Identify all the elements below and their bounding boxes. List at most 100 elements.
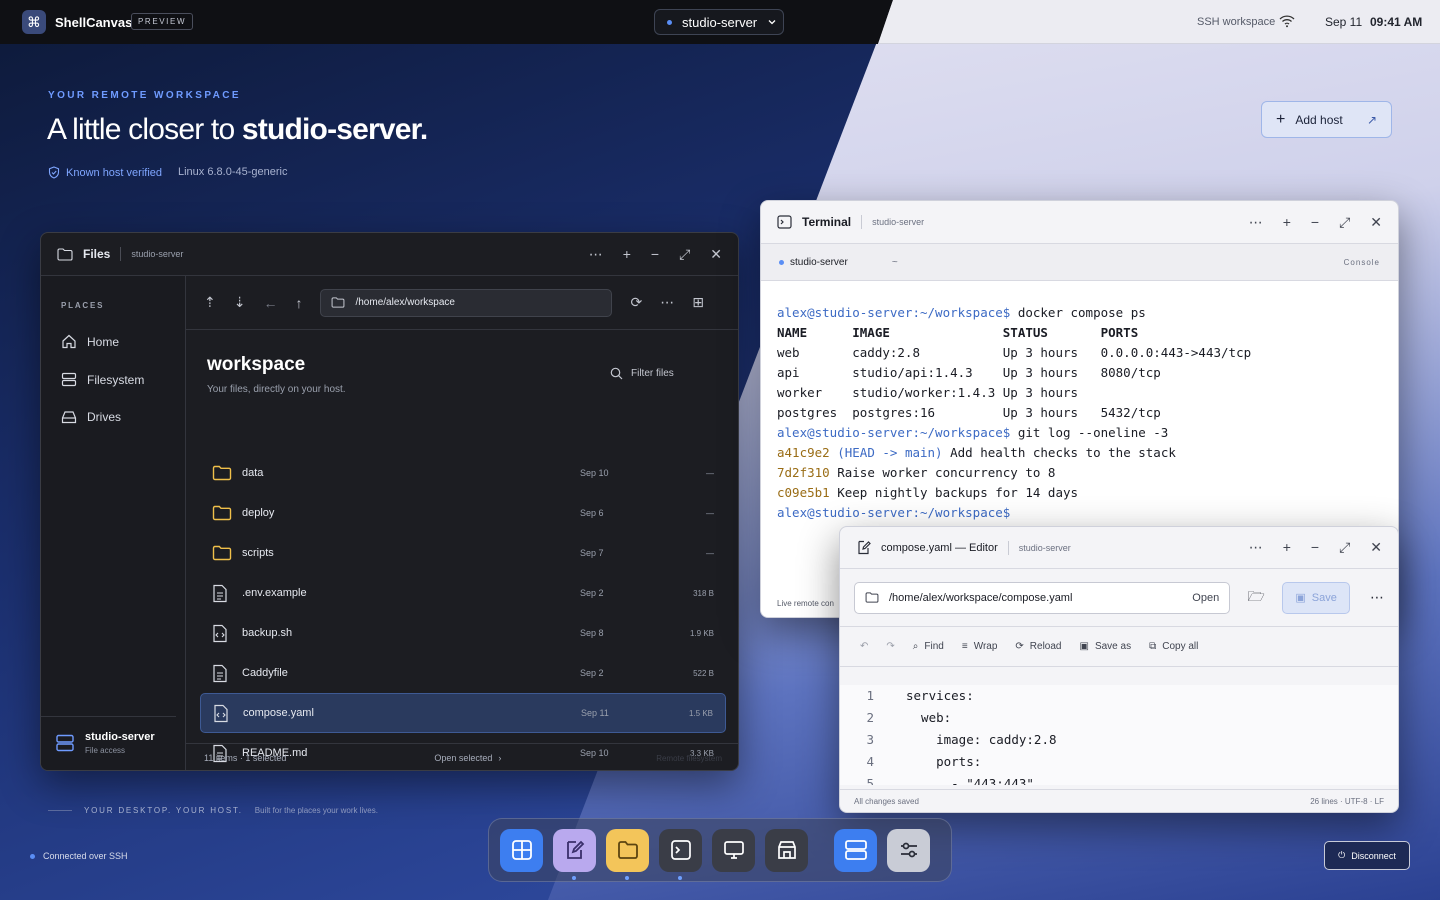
undo-icon[interactable]: ↶ [860,641,868,652]
maximize-icon[interactable]: ⤢ [1339,214,1350,231]
more-icon[interactable]: ⋯ [1370,589,1384,606]
file-row[interactable]: Caddyfile Sep 2 522 B [200,653,726,693]
terminal-title: Terminal [802,215,852,229]
terminal-titlebar[interactable]: Terminal studio-server ⋯ + − ⤢ ✕ [761,201,1398,244]
code-line: image: caddy:2.8 [906,732,1057,747]
minimize-icon[interactable]: − [1311,539,1319,556]
app-logo-icon[interactable]: ⌘ [22,10,46,34]
save-as-button[interactable]: ▣ Save as [1080,641,1132,652]
copy-icon: ⧉ [1149,641,1157,652]
code-file-icon [213,704,233,723]
file-date: Sep 10 [580,468,609,478]
filter-files-button[interactable]: Filter files [610,367,674,380]
back-icon[interactable]: ← [263,295,277,311]
sidebar-item-drives[interactable]: Drives [61,410,121,424]
ps-row: worker studio/worker:1.4.3 Up 3 hours [777,385,1079,400]
edit-icon [858,540,871,555]
date-label: Sep 11 [1325,15,1363,29]
open-selected-button[interactable]: Open selected › [434,753,501,763]
more-icon[interactable]: ⋯ [589,246,603,263]
file-row[interactable]: backup.sh Sep 8 1.9 KB [200,613,726,653]
more-icon[interactable]: ⋯ [660,294,674,311]
code-line: services: [906,688,974,703]
dock-store-button[interactable] [765,828,808,872]
preview-badge: PREVIEW [131,13,194,30]
new-folder-icon[interactable]: ⊞ [692,294,704,311]
redo-icon[interactable]: ↷ [886,641,894,652]
dock-server-button[interactable] [834,828,877,872]
dock-remote-desktop-button[interactable] [712,828,755,872]
dock-settings-button[interactable] [887,828,930,872]
file-row[interactable]: scripts Sep 7 — [200,533,726,573]
commit-message: Keep nightly backups for 14 days [829,485,1079,500]
session-host: studio-server [790,256,848,268]
add-host-button[interactable]: + Add host ↗ [1261,101,1392,138]
page-title: A little closer to studio-server. [47,113,428,147]
wrap-icon: ≡ [961,641,968,652]
commit-message: Raise worker concurrency to 8 [829,465,1056,480]
copy-all-button[interactable]: ⧉ Copy all [1149,641,1198,652]
sidebar-item-home[interactable]: Home [61,334,119,349]
file-size: — [706,548,714,558]
server-selector[interactable]: studio-server [654,9,784,35]
editor-titlebar[interactable]: compose.yaml — Editor studio-server ⋯ + … [840,527,1398,569]
path-input[interactable]: /home/alex/workspace [320,288,613,317]
terminal-session-tab[interactable]: studio-server ~ Console [761,244,1398,281]
folder-icon [617,840,639,860]
dock-folder-button[interactable] [606,828,649,880]
file-date: Sep 7 [580,548,604,558]
path-value: /home/alex/workspace [355,297,455,308]
reload-button[interactable]: ⟳ Reload [1015,641,1061,652]
minimize-icon[interactable]: − [651,246,659,263]
editor-path-input[interactable]: /home/alex/workspace/compose.yaml Open [854,581,1231,614]
store-icon [776,839,798,861]
maximize-icon[interactable]: ⤢ [1339,539,1350,556]
close-icon[interactable]: ✕ [710,246,722,263]
dock-terminal-button[interactable] [659,828,702,880]
more-icon[interactable]: ⋯ [1249,214,1263,231]
disconnect-label: Disconnect [1351,850,1396,861]
dock-editor-button[interactable] [553,828,596,880]
power-icon: ⏻ [1338,850,1346,860]
folder-title: workspace [207,354,306,375]
code-area[interactable]: 1 services: 2 web: 3 image: caddy:2.8 4 port… [840,685,1398,785]
open-button[interactable]: Open [1192,592,1219,604]
up-icon[interactable]: ↑ [295,295,302,311]
download-icon[interactable]: ⇣ [234,294,246,311]
files-titlebar[interactable]: Files studio-server ⋯ + − ⤢ ✕ [41,233,738,276]
folder-icon [212,465,232,481]
save-icon: ▣ [1295,592,1306,604]
sidebar-item-label: Home [87,334,120,349]
save-button[interactable]: ▣ Save [1282,581,1350,614]
file-row[interactable]: .env.example Sep 2 318 B [200,573,726,613]
sidebar-host-card[interactable]: studio-server File access [41,716,176,755]
new-window-icon[interactable]: + [1283,214,1291,231]
dock-grid-button[interactable] [500,828,543,872]
wrap-button[interactable]: ≡ Wrap [962,641,998,652]
headline-host: studio-server. [241,113,428,146]
minimize-icon[interactable]: − [1311,214,1319,231]
folder-icon [212,505,232,521]
refresh-icon[interactable]: ⟳ [630,294,642,311]
file-row[interactable]: data Sep 10 — [200,453,726,493]
maximize-icon[interactable]: ⤢ [679,246,690,263]
folder-icon [865,592,879,603]
new-window-icon[interactable]: + [1283,539,1291,556]
upload-icon[interactable]: ⇡ [204,294,216,311]
tagline-sub: Built for the places your work lives. [254,806,378,815]
close-icon[interactable]: ✕ [1370,539,1382,556]
files-title: Files [83,247,111,261]
sidebar-item-filesystem[interactable]: Filesystem [61,372,144,387]
more-icon[interactable]: ⋯ [1249,539,1263,556]
browse-folder-icon[interactable]: 🗁 [1240,586,1272,610]
file-size: 1.9 KB [689,628,714,638]
close-icon[interactable]: ✕ [1370,214,1382,231]
open-selected-label: Open selected [434,753,493,763]
file-row[interactable]: compose.yaml Sep 11 1.5 KB [200,693,726,733]
file-row[interactable]: deploy Sep 6 — [200,493,726,533]
new-window-icon[interactable]: + [623,246,631,263]
disconnect-button[interactable]: ⏻ Disconnect [1324,841,1410,870]
verified-label: Known host verified [66,166,162,179]
find-button[interactable]: ⌕ Find [913,641,944,652]
file-date: Sep 8 [580,628,604,638]
